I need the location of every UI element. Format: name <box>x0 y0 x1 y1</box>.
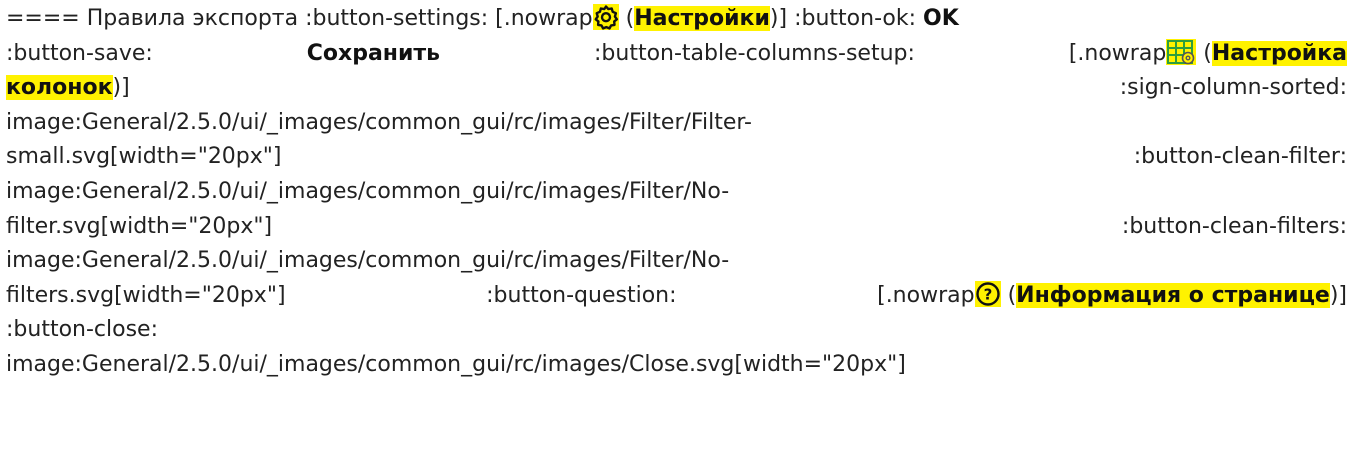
close-key: :button-close: <box>6 317 158 343</box>
line-4: image:General/2.5.0/ui/_images/common_gu… <box>6 106 1347 141</box>
settings-label: Настройки <box>634 6 770 31</box>
line-2: :button-save: Сохранить :button-table-co… <box>6 37 1347 72</box>
gear-icon <box>592 4 619 30</box>
line-6: image:General/2.5.0/ui/_images/common_gu… <box>6 175 1347 210</box>
question-key: :button-question: <box>486 282 677 308</box>
sorted-path-1: image:General/2.5.0/ui/_images/common_gu… <box>6 109 752 135</box>
line-7: filter.svg[width="20px"] :button-clean-f… <box>6 210 1347 245</box>
save-label: Сохранить <box>306 40 441 66</box>
line-8: image:General/2.5.0/ui/_images/common_gu… <box>6 244 1347 279</box>
table-settings-icon <box>1166 38 1197 65</box>
clean-filters-path-2: filters.svg[width="20px"] <box>6 282 286 308</box>
document-body: ==== Правила экспорта :button-settings: … <box>0 0 1353 383</box>
columns-label-part1: Настройка <box>1211 40 1347 66</box>
save-key: :button-save: <box>6 40 153 66</box>
paren-open: ( <box>1007 282 1017 308</box>
settings-prefix: [.nowrap <box>495 6 593 31</box>
line-3: колонок)] :sign-column-sorted: <box>6 71 1347 106</box>
columns-suffix: ] <box>121 75 130 101</box>
question-label: Информация о странице <box>1016 282 1330 308</box>
line-11: image:General/2.5.0/ui/_images/common_gu… <box>6 348 1347 383</box>
settings-suffix: ] <box>778 6 788 31</box>
question-suffix: ] <box>1338 282 1347 308</box>
clean-filters-path-1: image:General/2.5.0/ui/_images/common_gu… <box>6 248 730 274</box>
line-5: small.svg[width="20px"] :button-clean-fi… <box>6 140 1347 175</box>
sorted-path-2: small.svg[width="20px"] <box>6 144 282 170</box>
paren-close: ) <box>769 6 779 31</box>
settings-key: :button-settings: <box>305 6 489 31</box>
clean-filter-key: :button-clean-filter: <box>1133 144 1347 170</box>
clean-filters-key: :button-clean-filters: <box>1121 213 1347 239</box>
question-circle-icon: ? <box>974 280 1001 307</box>
columns-label-part2: колонок <box>6 75 113 101</box>
ok-key: :button-ok: <box>794 6 917 31</box>
paren-open: ( <box>1203 40 1212 66</box>
line-1: ==== Правила экспорта :button-settings: … <box>6 2 1347 37</box>
ok-label: OK <box>923 6 959 31</box>
paren-close: ) <box>112 75 122 101</box>
line-10: :button-close: <box>6 313 1347 348</box>
columns-key: :button-table-columns-setup: <box>594 40 915 66</box>
question-prefix: [.nowrap <box>877 282 975 308</box>
section-heading: ==== Правила экспорта <box>6 6 299 31</box>
clean-filter-path-2: filter.svg[width="20px"] <box>6 213 273 239</box>
svg-text:?: ? <box>983 285 992 303</box>
close-path: image:General/2.5.0/ui/_images/common_gu… <box>6 351 906 377</box>
paren-open: ( <box>625 6 635 31</box>
line-9: filters.svg[width="20px"] :button-questi… <box>6 279 1347 314</box>
sorted-key: :sign-column-sorted: <box>1119 75 1347 101</box>
columns-prefix: [.nowrap <box>1068 40 1167 66</box>
clean-filter-path-1: image:General/2.5.0/ui/_images/common_gu… <box>6 178 730 204</box>
